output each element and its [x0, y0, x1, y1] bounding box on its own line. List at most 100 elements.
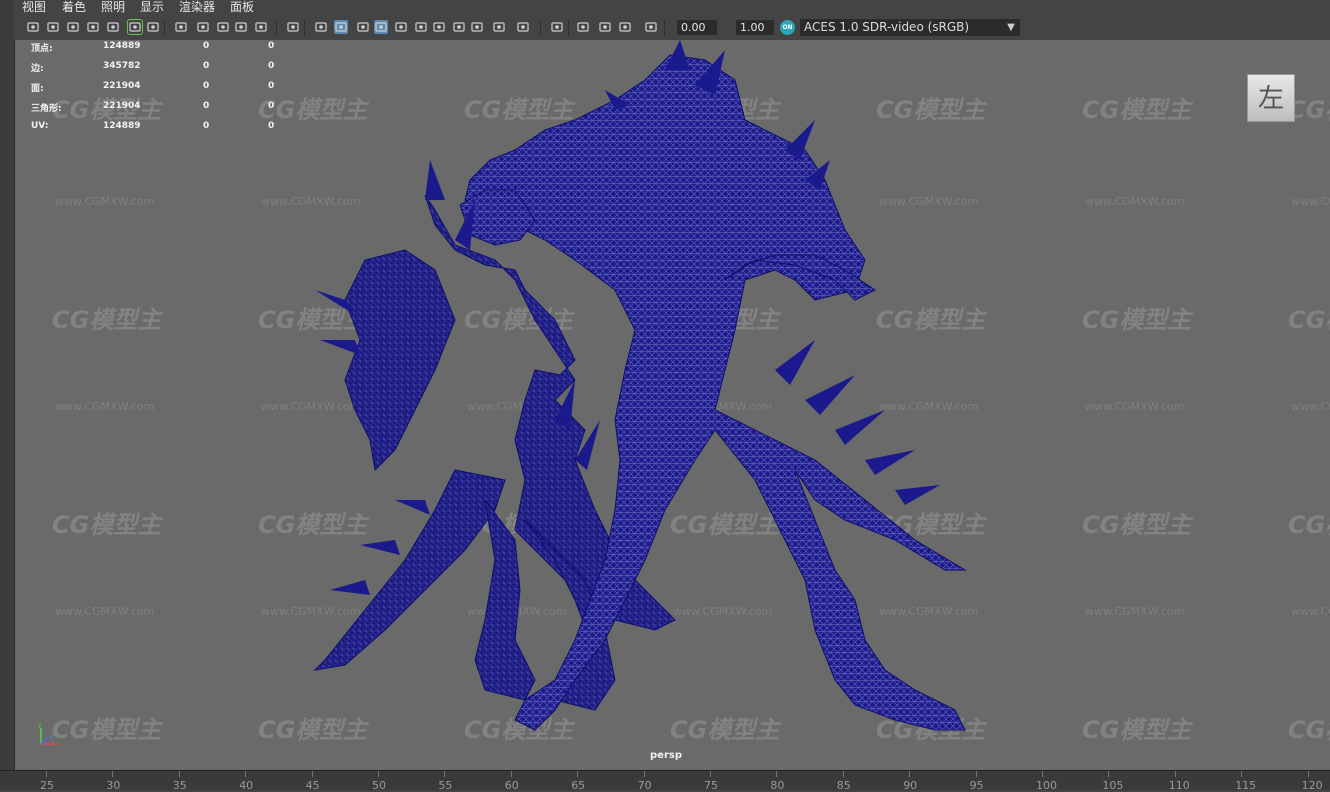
timeline-tick-label: 120 [1301, 779, 1323, 792]
hud-value: 0 [268, 61, 275, 71]
timeline-tick-label: 75 [704, 779, 718, 792]
menu-shading[interactable]: 着色 [60, 0, 88, 16]
hud-label: 顶点: [31, 44, 53, 54]
default-material-icon[interactable] [356, 20, 370, 34]
timeline-tick-label: 35 [172, 779, 187, 792]
timeline-tick-mark [1108, 771, 1110, 777]
timeline-tick-label: 100 [1036, 779, 1057, 792]
hud-value: 345782 [103, 61, 141, 71]
timeline-tick-mark [842, 771, 844, 777]
timeline-tick-mark [112, 771, 114, 777]
timeline-tick-mark [378, 771, 379, 777]
timeline-tick-mark [444, 771, 446, 777]
timeline-tick-mark [245, 771, 247, 777]
timeline-tick-label: 80 [770, 779, 785, 792]
toolbar-separator [568, 20, 569, 36]
toolbar-separator [664, 20, 665, 36]
depth-of-field-icon[interactable] [516, 20, 530, 34]
exposure-field[interactable]: 0.00 [677, 20, 717, 35]
timeline-tick-mark [1241, 771, 1243, 777]
safe-action-icon[interactable] [254, 20, 268, 34]
field-chart-icon[interactable] [234, 20, 248, 34]
xray-icon[interactable] [576, 20, 590, 34]
hud-value: 0 [203, 101, 210, 111]
view-cube[interactable]: 左 [1247, 74, 1295, 122]
timeline-tick-label: 30 [106, 779, 121, 792]
camera-name-label: persp [650, 750, 682, 761]
camera-attributes-icon[interactable] [46, 20, 60, 34]
gate-mask-icon[interactable] [216, 20, 230, 34]
time-slider[interactable]: 25 30 35 40 45 50 55 60 65 70 75 80 85 90 95 100 105 110 1… [0, 770, 1330, 792]
menu-lighting[interactable]: 照明 [99, 0, 127, 16]
menu-show[interactable]: 显示 [138, 0, 166, 16]
wireframe-mesh [313, 40, 967, 731]
hud-value: 0 [268, 101, 275, 111]
timeline-tick-label: 105 [1102, 779, 1124, 792]
gamma-field[interactable]: 1.00 [736, 20, 774, 35]
xray-joints-icon[interactable] [598, 20, 612, 34]
menu-view[interactable]: 视图 [20, 0, 48, 16]
grease-pencil-icon[interactable] [127, 19, 143, 35]
timeline-tick-label: 55 [438, 779, 453, 792]
motion-blur-icon[interactable] [470, 20, 484, 34]
textured-icon[interactable] [394, 20, 408, 34]
hud-value: 0 [203, 81, 210, 91]
timeline-tick-label: 95 [969, 779, 984, 792]
timeline-tick-label: 60 [504, 779, 519, 792]
2d-pan-zoom-icon[interactable] [106, 20, 120, 34]
bookmark-icon[interactable] [66, 20, 80, 34]
hud-value: 221904 [103, 101, 141, 111]
film-gate-icon[interactable] [174, 20, 188, 34]
hud-value: 0 [203, 121, 210, 131]
timeline-tick-mark [510, 771, 512, 777]
menu-panels[interactable]: 面板 [228, 0, 256, 16]
isolate-select-icon[interactable] [550, 20, 564, 34]
wireframe-on-shaded-icon[interactable] [374, 20, 388, 34]
safe-title-icon[interactable] [286, 20, 300, 34]
shadows-icon[interactable] [432, 20, 446, 34]
chevron-down-icon: ▼ [1007, 22, 1015, 33]
smooth-shade-icon[interactable] [334, 20, 348, 34]
grid-icon[interactable] [146, 20, 160, 34]
timeline-tick-mark [577, 771, 579, 777]
anti-aliasing-icon[interactable] [492, 20, 506, 34]
timeline-tick-mark [643, 771, 645, 777]
hud-value: 124889 [103, 121, 141, 131]
timeline-tick-mark [1307, 771, 1309, 777]
hud-value: 0 [203, 61, 210, 71]
axis-y-label: y [38, 722, 42, 729]
timeline-tick-label: 85 [836, 779, 851, 792]
image-plane-icon[interactable] [86, 20, 100, 34]
axis-gizmo-icon: y x z [38, 722, 60, 748]
exposure-icon[interactable] [644, 20, 658, 34]
toolbar-separator [304, 20, 305, 36]
axis-x-label: x [56, 741, 60, 748]
timeline-tick-mark [1174, 771, 1176, 777]
menu-renderer[interactable]: 渲染器 [177, 0, 217, 16]
resolution-gate-icon[interactable] [196, 20, 210, 34]
color-management-toggle[interactable]: ON [780, 20, 795, 35]
toolbar-separator [164, 20, 165, 36]
hud-value: 124889 [103, 41, 141, 51]
timeline-tick-mark [776, 771, 778, 777]
screen-space-ao-icon[interactable] [452, 20, 466, 34]
timeline-tick-label: 110 [1168, 779, 1190, 792]
use-all-lights-icon[interactable] [414, 20, 428, 34]
toolbar-separator [276, 20, 277, 36]
color-transform-dropdown[interactable]: ACES 1.0 SDR-video (sRGB) ▼ [800, 19, 1020, 36]
wireframe-icon[interactable] [314, 20, 328, 34]
perspective-viewport[interactable]: CG模型主CG模型主CG模型主CG模型主CG模型主CG模型主CG模型主CG模型主… [15, 40, 1330, 770]
timeline-tick-mark [1042, 771, 1043, 777]
select-camera-icon[interactable] [26, 20, 40, 34]
timeline-tick-label: 90 [903, 779, 918, 792]
hud-label: 三角形: [31, 104, 62, 114]
color-transform-label: ACES 1.0 SDR-video (sRGB) [804, 20, 970, 34]
timeline-tick-mark [909, 771, 911, 777]
hud-label: 边: [31, 64, 44, 74]
hud-value: 221904 [103, 81, 141, 91]
timeline-tick-mark [178, 771, 180, 777]
timeline-tick-label: 40 [239, 779, 254, 792]
timeline-tick-label: 70 [637, 779, 652, 792]
axis-z-label: z [50, 733, 53, 740]
backface-culling-icon[interactable] [618, 20, 632, 34]
